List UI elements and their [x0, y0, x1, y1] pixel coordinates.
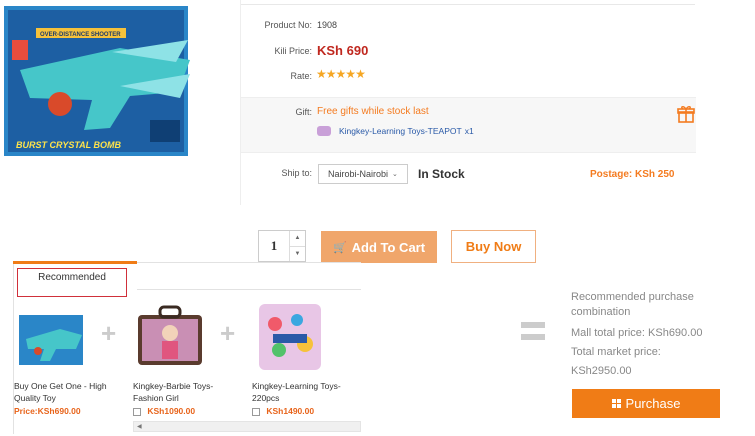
tab-recommended-label: Recommended — [38, 272, 106, 283]
gift-panel — [241, 97, 696, 153]
packshot-headline: OVER-DISTANCE SHOOTER — [40, 32, 121, 38]
recommended-tab-accent — [13, 261, 137, 264]
recommended-item-1-price: Price:KSh690.00 — [14, 406, 81, 416]
star-icon: ★ — [325, 67, 337, 81]
purchase-label: Purchase — [625, 396, 681, 411]
ship-to-select[interactable]: Nairobi-Nairobi ⌄ — [318, 164, 408, 184]
product-no-value: 1908 — [317, 20, 338, 30]
buy-now-button[interactable]: Buy Now — [451, 230, 536, 263]
recommended-item-1-image[interactable] — [16, 305, 86, 371]
tab-recommended[interactable]: Recommended — [17, 268, 127, 297]
star-icon: ★ — [335, 67, 347, 81]
plus-icon: + — [220, 318, 236, 348]
combo-summary: Recommended purchase combination Mall to… — [571, 290, 731, 380]
main-product-image: OVER-DISTANCE SHOOTER BURST CRYSTAL BOMB — [0, 0, 200, 162]
add-to-cart-label: Add To Cart — [351, 239, 426, 255]
recommended-item-3-image[interactable] — [253, 300, 327, 374]
scroll-left-icon[interactable]: ◀ — [137, 422, 142, 432]
gift-item-row[interactable]: Kingkey-Learning Toys-TEAPOT x1 — [317, 126, 474, 136]
gift-item-qty: x1 — [464, 126, 474, 136]
quantity-increase-icon[interactable]: ▲ — [290, 231, 305, 247]
recommended-item-1: Buy One Get One - High Quality Toy Price… — [14, 380, 114, 416]
recommended-item-3-checkbox[interactable] — [252, 407, 260, 416]
purchase-button[interactable]: Purchase — [572, 389, 720, 418]
recommended-item-2-image[interactable] — [134, 303, 206, 371]
recommended-scrollbar[interactable]: ◀ — [133, 421, 361, 432]
quantity-input[interactable]: 1 — [259, 231, 289, 261]
combo-heading: Recommended purchase combination — [571, 291, 694, 318]
grid-icon — [611, 399, 621, 408]
recommended-item-2: Kingkey-Barbie Toys-Fashion Girl KSh1090… — [133, 380, 233, 416]
product-no-label: Product No: — [264, 20, 312, 30]
star-icon: ★ — [345, 67, 356, 81]
add-to-cart-button[interactable]: 🛒 Add To Cart — [321, 231, 437, 263]
recommended-item-2-price-row: KSh1090.00 — [133, 406, 233, 416]
gift-text: Free gifts while stock last — [317, 106, 429, 117]
recommended-item-2-price: KSh1090.00 — [147, 406, 196, 416]
plus-icon: + — [101, 318, 117, 348]
recommended-item-3-price-row: KSh1490.00 — [252, 406, 352, 416]
rate-label: Rate: — [290, 71, 312, 81]
recommended-item-3-price: KSh1490.00 — [266, 406, 315, 416]
equals-icon — [521, 322, 545, 340]
combo-mall-total: Mall total price: KSh690.00 — [571, 327, 703, 339]
ship-to-value: Nairobi-Nairobi — [328, 169, 389, 179]
star-icon: ★ — [355, 67, 366, 81]
postage: Postage: KSh 250 — [590, 169, 675, 180]
gift-item-name[interactable]: Kingkey-Learning Toys-TEAPOT — [339, 126, 462, 136]
kili-price-value: KSh 690 — [317, 43, 369, 58]
quantity-decrease-icon[interactable]: ▼ — [290, 247, 305, 262]
recommended-item-1-title[interactable]: Buy One Get One - High Quality Toy — [14, 380, 114, 404]
combo-market-total-value: KSh2950.00 — [571, 365, 632, 377]
combo-market-total-label: Total market price: — [571, 346, 661, 358]
kili-price-label: Kili Price: — [274, 46, 312, 56]
chevron-down-icon: ⌄ — [392, 171, 398, 178]
recommended-item-3: Kingkey-Learning Toys-220pcs KSh1490.00 — [252, 380, 352, 416]
gift-box-icon — [677, 105, 695, 128]
recommended-item-3-title[interactable]: Kingkey-Learning Toys-220pcs — [252, 380, 352, 404]
tab-baseline — [137, 289, 361, 290]
ship-to-label: Ship to: — [281, 168, 312, 178]
rating-stars: ★★★★★ — [316, 67, 366, 81]
star-icon: ★ — [316, 67, 327, 81]
cart-icon: 🛒 — [332, 241, 347, 254]
packshot-brand: BURST CRYSTAL BOMB — [16, 140, 122, 150]
gift-item-thumbnail — [317, 126, 331, 136]
gift-label: Gift: — [295, 107, 312, 117]
recommended-item-2-checkbox[interactable] — [133, 407, 141, 416]
info-top-divider — [240, 4, 695, 5]
stock-status: In Stock — [418, 167, 465, 181]
quantity-stepper[interactable]: 1 ▲ ▼ — [258, 230, 306, 262]
recommended-item-2-title[interactable]: Kingkey-Barbie Toys-Fashion Girl — [133, 380, 233, 404]
